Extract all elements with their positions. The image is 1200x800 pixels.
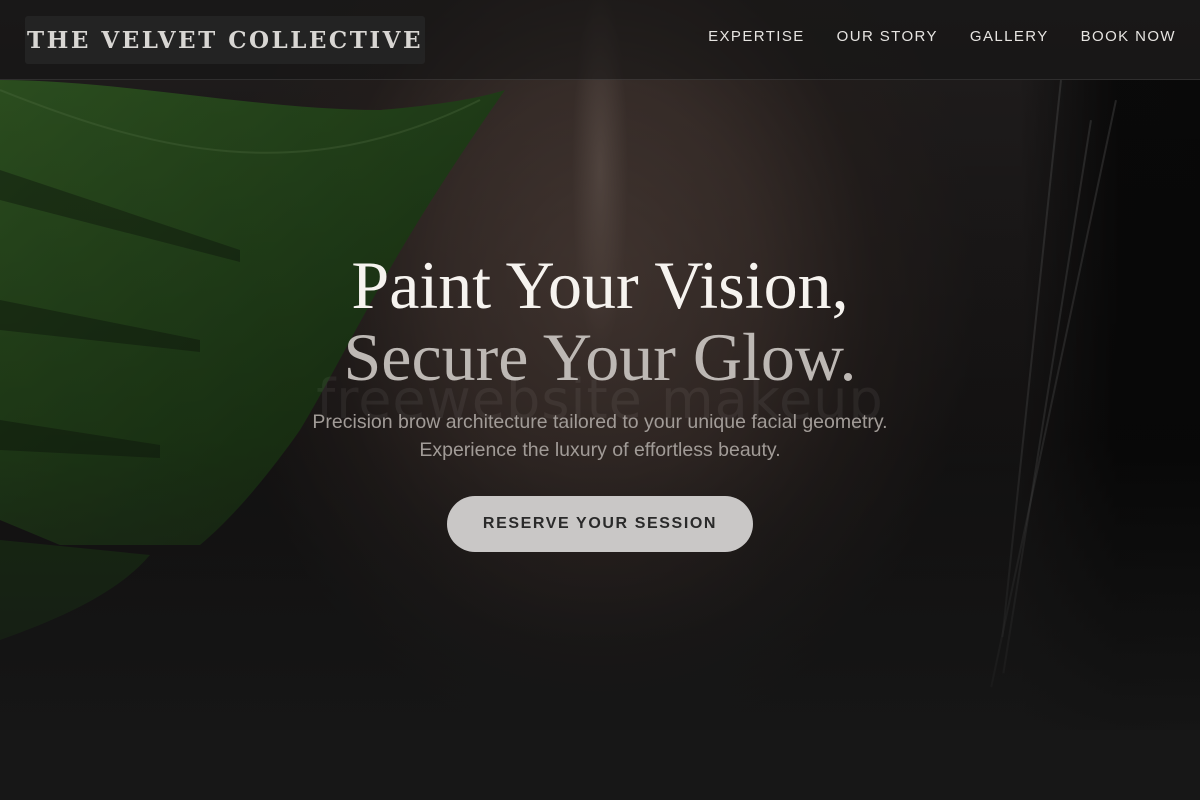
- hero-subtitle-line-1: Precision brow architecture tailored to …: [312, 411, 888, 433]
- site-header: THE VELVET COLLECTIVE EXPERTISE OUR STOR…: [0, 0, 1200, 80]
- hero-headline-line-1: Paint Your Vision,: [351, 247, 849, 323]
- bottom-band: [0, 730, 1200, 800]
- reserve-session-button[interactable]: RESERVE YOUR SESSION: [447, 496, 753, 552]
- landing-page: THE VELVET COLLECTIVE EXPERTISE OUR STOR…: [0, 0, 1200, 800]
- hero-subtitle-line-2: Experience the luxury of effortless beau…: [419, 439, 781, 461]
- nav-link-gallery[interactable]: GALLERY: [970, 28, 1049, 45]
- nav-link-our-story[interactable]: OUR STORY: [837, 28, 938, 45]
- main-nav: EXPERTISE OUR STORY GALLERY BOOK NOW: [708, 28, 1176, 45]
- nav-link-book-now[interactable]: BOOK NOW: [1081, 28, 1176, 45]
- nav-link-expertise[interactable]: EXPERTISE: [708, 28, 805, 45]
- brand-logo[interactable]: THE VELVET COLLECTIVE: [25, 16, 425, 64]
